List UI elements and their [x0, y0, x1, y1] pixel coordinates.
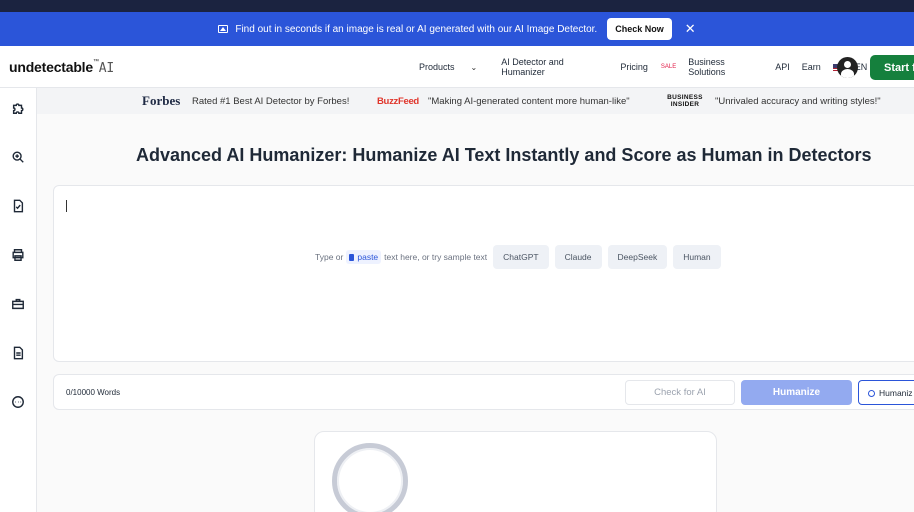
document-check-icon[interactable]	[11, 199, 25, 213]
word-count: 0/10000 Words	[66, 388, 121, 397]
logo-text: undetectable	[9, 59, 93, 75]
promo-text: Find out in seconds if an image is real …	[235, 23, 598, 35]
hint-suffix: text here, or try sample text	[384, 252, 488, 262]
buzzfeed-logo: BuzzFeed	[377, 95, 419, 107]
gear-icon	[868, 389, 875, 397]
window-top-strip	[0, 0, 914, 12]
nav-earn[interactable]: Earn	[802, 62, 821, 72]
press-bar: Forbes Rated #1 Best AI Detector by Forb…	[37, 88, 914, 114]
clipboard-icon	[349, 253, 355, 261]
image-icon	[218, 25, 229, 33]
humanize-button[interactable]: Humanize	[741, 380, 852, 405]
printer-icon[interactable]	[11, 248, 25, 262]
nav-detector[interactable]: AI Detector and Humanizer	[501, 57, 608, 77]
briefcase-icon[interactable]	[11, 297, 25, 311]
close-icon[interactable]: ✕	[685, 21, 696, 37]
document-icon[interactable]	[11, 346, 25, 360]
logo[interactable]: undetectable™AI	[9, 59, 114, 76]
promo-banner: Find out in seconds if an image is real …	[0, 12, 914, 46]
nav-api[interactable]: API	[775, 62, 790, 72]
nav-pricing[interactable]: Pricing SALE	[620, 62, 676, 72]
sample-deepseek-button[interactable]: DeepSeek	[607, 245, 668, 269]
user-avatar-icon[interactable]	[837, 57, 858, 78]
nav-products-label: Products	[419, 62, 455, 72]
page-title: Advanced AI Humanizer: Humanize AI Text …	[136, 145, 872, 166]
start-button[interactable]: Start f	[870, 55, 914, 80]
nav-business[interactable]: Business Solutions	[688, 57, 763, 77]
forbes-quote: Rated #1 Best AI Detector by Forbes!	[192, 95, 350, 107]
sidebar	[0, 88, 37, 512]
search-zoom-icon[interactable]	[11, 150, 25, 164]
buzzfeed-quote: "Making AI-generated content more human-…	[428, 95, 630, 107]
text-caret	[66, 200, 67, 212]
humanize-settings-label: Humaniz	[879, 387, 913, 398]
hint-prefix: Type or	[315, 252, 344, 262]
preview-card	[314, 431, 717, 512]
business-insider-quote: "Unrivaled accuracy and writing styles!"	[715, 95, 881, 107]
sample-chatgpt-button[interactable]: ChatGPT	[493, 245, 549, 269]
sale-badge: SALE	[660, 64, 677, 70]
logo-ai: AI	[98, 61, 115, 76]
main-navigation: undetectable™AI Products ⌄ AI Detector an…	[0, 46, 914, 88]
title-plain: Advanced AI Humanizer:	[136, 145, 353, 165]
bi-logo-line1: BUSINESS	[667, 94, 703, 101]
forbes-logo: Forbes	[142, 93, 181, 108]
nav-pricing-label: Pricing	[620, 62, 648, 72]
check-for-ai-button[interactable]: Check for AI	[625, 380, 735, 405]
loading-ring-graphic	[332, 443, 408, 512]
humanize-settings-button[interactable]: Humaniz	[858, 380, 914, 405]
bi-logo-line2: INSIDER	[670, 101, 700, 108]
editor-toolbar: 0/10000 Words Check for AI Humanize Huma…	[53, 374, 914, 410]
more-icon[interactable]	[11, 395, 25, 409]
input-hint: Type or paste text here, or try sample t…	[315, 245, 721, 269]
chevron-down-icon: ⌄	[470, 62, 478, 72]
nav-products[interactable]: Products ⌄	[419, 62, 489, 72]
puzzle-icon[interactable]	[11, 101, 25, 115]
paste-label: paste	[357, 252, 379, 262]
sample-claude-button[interactable]: Claude	[554, 245, 602, 269]
check-now-button[interactable]: Check Now	[607, 18, 672, 40]
sample-human-button[interactable]: Human	[673, 245, 721, 269]
business-insider-logo: BUSINESS INSIDER	[665, 94, 705, 108]
paste-button[interactable]: paste	[346, 250, 382, 264]
text-input-area[interactable]: Type or paste text here, or try sample t…	[53, 185, 914, 362]
title-bold: Humanize AI Text Instantly and Score as …	[352, 145, 872, 165]
